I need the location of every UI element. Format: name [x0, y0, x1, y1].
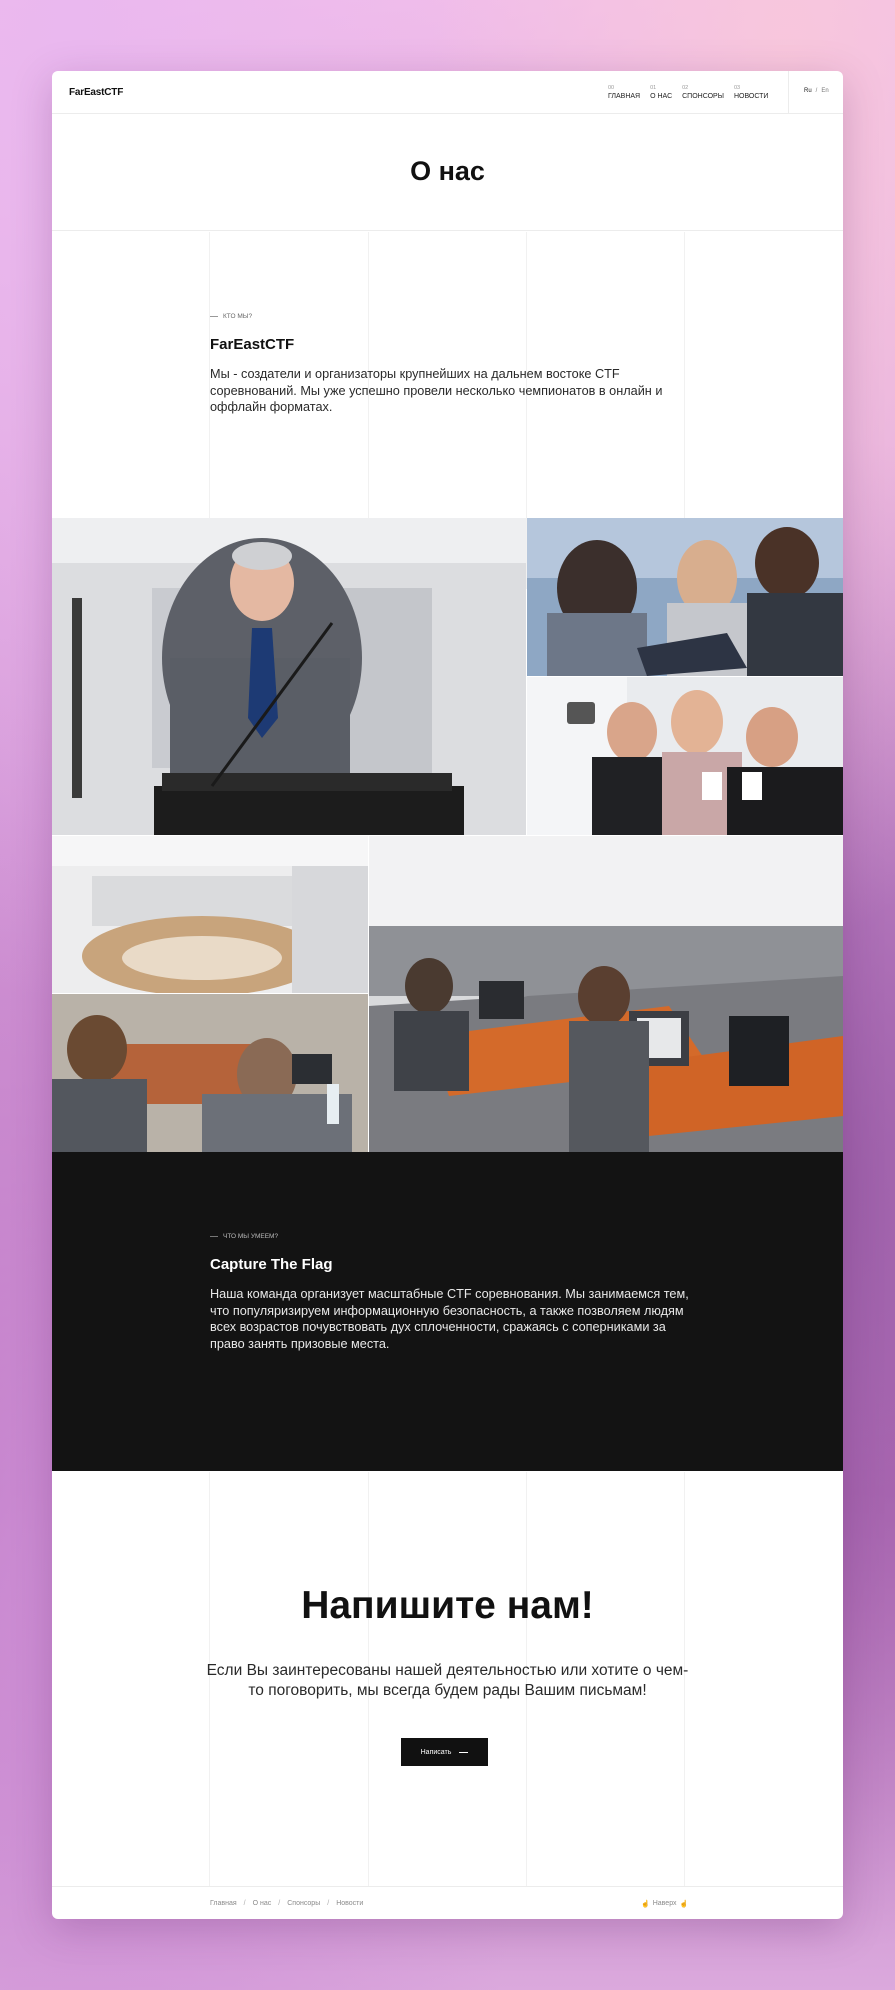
photo-selfie [527, 677, 843, 835]
nav-item-news[interactable]: 03 Новости [734, 85, 769, 101]
footer-link-home[interactable]: Главная [210, 1900, 237, 1907]
nav-number: 01 [650, 85, 657, 91]
lang-ru[interactable]: Ru [804, 88, 812, 94]
page-frame: FarEastCTF 00 Главная 01 О нас 02 Спонсо… [52, 71, 843, 1919]
auditorium-image [52, 836, 368, 993]
nav-item-about[interactable]: 01 О нас [650, 85, 672, 101]
students-image [52, 994, 368, 1152]
nav-label: Спонсоры [682, 93, 724, 100]
site-footer: Главная / О нас / Спонсоры / Новости ☝ Н… [52, 1886, 843, 1919]
contact-title: Напишите нам! [301, 1584, 594, 1627]
nav-label: О нас [650, 93, 673, 100]
nav-label: Главная [608, 93, 641, 100]
footer-separator: / [243, 1900, 246, 1907]
back-to-top-button[interactable]: ☝ Наверх ☝ [641, 1900, 688, 1908]
write-button[interactable]: Написать [401, 1738, 488, 1766]
write-button-label: Написать [420, 1748, 452, 1756]
nav-number: 03 [733, 85, 741, 91]
about-heading: FarEastCTF [210, 336, 295, 353]
footer-separator: / [278, 1900, 281, 1907]
what-heading: Capture The Flag [210, 1256, 333, 1273]
photo-speaker [52, 518, 526, 835]
photo-auditorium [52, 836, 368, 993]
footer-link-sponsors[interactable]: Спонсоры [287, 1900, 320, 1907]
title-section: О нас [52, 114, 843, 231]
nav-number: 00 [608, 85, 615, 91]
about-section: Кто мы? FarEastCTF Мы - создатели и орга… [210, 313, 680, 416]
what-text: Наша команда организует масштабные CTF с… [210, 1287, 689, 1351]
about-text: Мы - создатели и организаторы крупнейших… [210, 367, 663, 414]
nav-number: 02 [682, 85, 689, 91]
site-logo[interactable]: FarEastCTF [69, 87, 123, 98]
about-eyebrow: Кто мы? [210, 313, 680, 320]
selfie-image [527, 677, 843, 835]
photo-students [52, 994, 368, 1152]
participants-laptop-image [527, 518, 843, 676]
header-divider [788, 71, 789, 114]
photo-participants-laptop [527, 518, 843, 676]
pointing-hand-icon: ☝ [641, 1901, 650, 1908]
lang-separator: / [815, 88, 818, 94]
contact-text: Если Вы заинтересованы нашей деятельност… [206, 1662, 689, 1699]
nav-item-sponsors[interactable]: 02 Спонсоры [682, 85, 724, 101]
arrow-dash-icon [459, 1751, 469, 1753]
speaker-photo-image [52, 518, 526, 835]
nav-item-home[interactable]: 00 Главная [608, 85, 640, 101]
computer-lab-image [369, 836, 843, 1152]
language-switcher: Ru / En [804, 88, 829, 94]
footer-link-news[interactable]: Новости [336, 1900, 363, 1907]
footer-separator: / [327, 1900, 330, 1907]
pointing-hand-icon: ☝ [679, 1901, 689, 1908]
what-we-do-section: Что мы умеем? Capture The Flag Наша кома… [52, 1152, 843, 1471]
lang-en[interactable]: En [821, 88, 828, 94]
page-title: О нас [410, 156, 485, 186]
main-nav: 00 Главная 01 О нас 02 Спонсоры 03 Новос… [608, 85, 768, 101]
what-eyebrow: Что мы умеем? [210, 1233, 690, 1240]
footer-link-about[interactable]: О нас [253, 1900, 272, 1907]
nav-label: Новости [733, 93, 769, 100]
site-header: FarEastCTF 00 Главная 01 О нас 02 Спонсо… [52, 71, 843, 114]
photo-computer-lab [369, 836, 843, 1152]
footer-nav: Главная / О нас / Спонсоры / Новости [210, 1900, 363, 1907]
back-to-top-label: Наверх [652, 1900, 677, 1907]
